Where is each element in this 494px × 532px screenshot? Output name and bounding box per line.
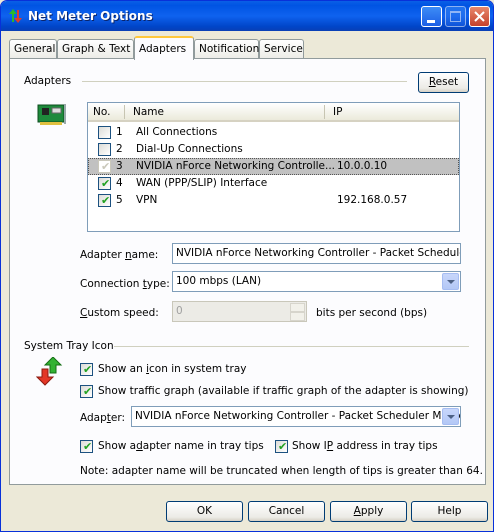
adapters-panel: Adapters Reset No. Name IP 1 All Connecti… (9, 58, 486, 485)
show-graph-label[interactable]: Show traffic graph (available if traffic… (98, 385, 469, 397)
tab-service[interactable]: Service (259, 39, 304, 59)
adapter-name-field[interactable]: NVIDIA nForce Networking Controller - Pa… (172, 243, 461, 264)
tray-adapter-select[interactable]: NVIDIA nForce Networking Controller - Pa… (131, 406, 461, 427)
show-ip-checkbox[interactable]: ✔ (275, 440, 288, 453)
tray-adapter-value: NVIDIA nForce Networking Controller - Pa… (135, 410, 461, 422)
adapter-checkbox[interactable] (98, 143, 111, 156)
help-button[interactable]: Help (411, 501, 488, 522)
close-icon (474, 11, 485, 22)
show-icon-checkbox[interactable]: ✔ (80, 363, 93, 376)
adapter-no: 3 (116, 160, 123, 172)
reset-button[interactable]: Reset (418, 72, 469, 93)
column-no[interactable]: No. (93, 106, 110, 118)
show-graph-checkbox[interactable]: ✔ (80, 385, 93, 398)
options-window: Net Meter Options General Graph & Text A… (0, 0, 494, 532)
tab-adapters[interactable]: Adapters (134, 36, 194, 60)
tab-general[interactable]: General (9, 39, 57, 59)
tab-notification[interactable]: Notification (194, 39, 259, 59)
adapter-row[interactable]: ✔ 5 VPN 192.168.0.57 (88, 192, 459, 209)
adapter-row[interactable]: 2 Dial-Up Connections (88, 141, 459, 158)
adapters-section-label: Adapters (24, 75, 72, 87)
cancel-button[interactable]: Cancel (248, 501, 325, 522)
adapter-name: Dial-Up Connections (136, 143, 243, 155)
network-card-icon (37, 104, 66, 125)
adapter-ip: 10.0.0.10 (337, 160, 388, 172)
adapter-row[interactable]: ✔ 4 WAN (PPP/SLIP) Interface (88, 175, 459, 192)
chevron-down-icon[interactable] (442, 408, 459, 425)
net-meter-app-icon (9, 9, 22, 23)
adapter-name: NVIDIA nForce Networking Controlle... (136, 160, 335, 172)
custom-speed-label: Custom speed: (80, 307, 159, 319)
show-adapter-name-checkbox[interactable]: ✔ (80, 440, 93, 453)
adapter-no: 2 (116, 143, 123, 155)
adapter-row[interactable]: ✔ 3 NVIDIA nForce Networking Controlle... 1… (88, 158, 459, 175)
adapter-no: 1 (116, 126, 123, 138)
adapter-ip: 192.168.0.57 (337, 194, 408, 206)
tray-section-label: System Tray Icon (24, 340, 114, 352)
custom-speed-value: 0 (176, 305, 183, 317)
show-ip-label[interactable]: Show IP address in tray tips (292, 440, 438, 452)
window-title: Net Meter Options (28, 9, 153, 23)
spin-up-icon[interactable] (290, 303, 305, 312)
show-icon-label[interactable]: Show an icon in system tray (98, 363, 247, 375)
custom-speed-field[interactable]: 0 (172, 301, 307, 322)
adapter-name-label: Adapter name: (80, 249, 159, 261)
adapters-divider (82, 81, 407, 82)
truncation-note: Note: adapter name will be truncated whe… (80, 465, 483, 477)
ok-button[interactable]: OK (166, 501, 243, 522)
apply-button[interactable]: Apply (330, 501, 407, 522)
adapter-checkbox[interactable]: ✔ (98, 160, 111, 173)
tab-graph-text[interactable]: Graph & Text (57, 39, 134, 59)
adapter-checkbox[interactable]: ✔ (98, 194, 111, 207)
chevron-down-icon[interactable] (442, 273, 459, 290)
adapter-no: 5 (116, 194, 123, 206)
adapter-name: VPN (136, 194, 158, 206)
title-bar[interactable]: Net Meter Options (1, 1, 493, 31)
column-ip[interactable]: IP (333, 106, 342, 118)
connection-type-value: 100 mbps (LAN) (176, 275, 262, 287)
spin-down-icon[interactable] (290, 312, 305, 321)
adapter-list[interactable]: No. Name IP 1 All Connections 2 Dial-Up Con… (87, 102, 460, 232)
adapter-checkbox[interactable]: ✔ (98, 177, 111, 190)
adapter-name: WAN (PPP/SLIP) Interface (136, 177, 268, 189)
adapter-row[interactable]: 1 All Connections (88, 124, 459, 141)
adapter-name: All Connections (136, 126, 218, 138)
close-button[interactable] (469, 6, 490, 27)
connection-type-select[interactable]: 100 mbps (LAN) (172, 271, 461, 292)
adapter-checkbox[interactable] (98, 126, 111, 139)
show-adapter-name-label[interactable]: Show adapter name in tray tips (98, 440, 264, 452)
maximize-button[interactable] (445, 6, 466, 27)
connection-type-label: Connection type: (80, 278, 170, 290)
minimize-button[interactable] (421, 6, 442, 27)
tray-arrows-icon (36, 357, 63, 386)
adapter-list-header: No. Name IP (88, 103, 459, 122)
tray-adapter-label: Adapter: (80, 412, 126, 424)
adapter-no: 4 (116, 177, 123, 189)
custom-speed-unit: bits per second (bps) (316, 307, 428, 319)
column-name[interactable]: Name (133, 106, 164, 118)
tray-divider (114, 346, 469, 347)
